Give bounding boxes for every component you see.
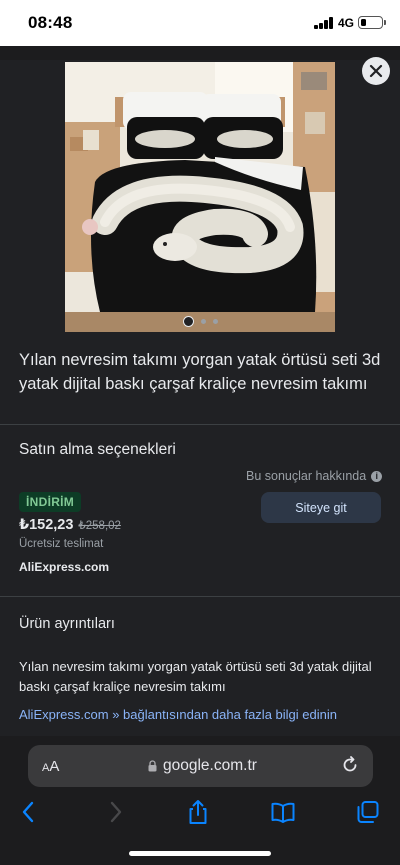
purchase-options-heading: Satın alma seçenekleri [19,441,176,458]
original-price: ₺258,02 [78,520,121,532]
product-details-heading: Ürün ayrıntıları [19,616,115,632]
home-indicator[interactable] [129,851,271,856]
url-display[interactable]: google.com.tr [148,757,257,775]
text-size-large: A [49,758,60,775]
carousel-dot[interactable] [212,318,218,324]
divider [0,596,400,597]
divider [0,424,400,425]
carousel-indicator[interactable] [0,312,400,330]
network-type: 4G [338,16,355,30]
go-to-site-button[interactable]: Siteye git [261,492,381,523]
chevron-right-icon[interactable] [102,799,128,825]
about-results-link[interactable]: Bu sonuçlar hakkında i [246,469,383,483]
status-bar: 08:48 4G [0,0,400,46]
bed-snake-illustration [65,62,335,332]
merchant-name[interactable]: AliExpress.com [19,560,109,574]
battery-fill [360,18,367,26]
close-button[interactable] [362,57,390,85]
price-row: ₺152,23 ₺258,02 [19,517,121,533]
product-description: Yılan nevresim takımı yorgan yatak örtüs… [19,659,372,694]
battery-icon [358,16,383,29]
text-size-button[interactable]: AA [42,758,59,775]
delivery-info: Ücretsiz teslimat [19,538,104,550]
product-title: Yılan nevresim takımı yorgan yatak örtüs… [19,351,381,393]
status-time: 08:48 [28,13,73,32]
current-price: ₺152,23 [19,517,74,533]
lock-icon [148,760,157,772]
carousel-dot[interactable] [182,315,194,327]
url-text: google.com.tr [163,757,257,774]
about-results-label: Bu sonuçlar hakkında [246,469,367,483]
tabs-icon[interactable] [355,799,381,825]
close-icon [369,64,383,78]
carousel-dot[interactable] [200,318,206,324]
sheet-backdrop [0,46,400,60]
cellular-signal-icon [314,17,334,29]
battery-tip [384,20,386,25]
info-icon: i [371,470,383,482]
product-image[interactable] [65,62,335,332]
share-icon[interactable] [185,799,211,825]
book-icon[interactable] [270,799,296,825]
chevron-left-icon[interactable] [16,799,42,825]
reload-icon[interactable] [341,756,359,774]
more-info-link[interactable]: AliExpress.com » bağlantısından daha faz… [19,707,337,722]
discount-badge: İNDİRİM [19,492,82,512]
